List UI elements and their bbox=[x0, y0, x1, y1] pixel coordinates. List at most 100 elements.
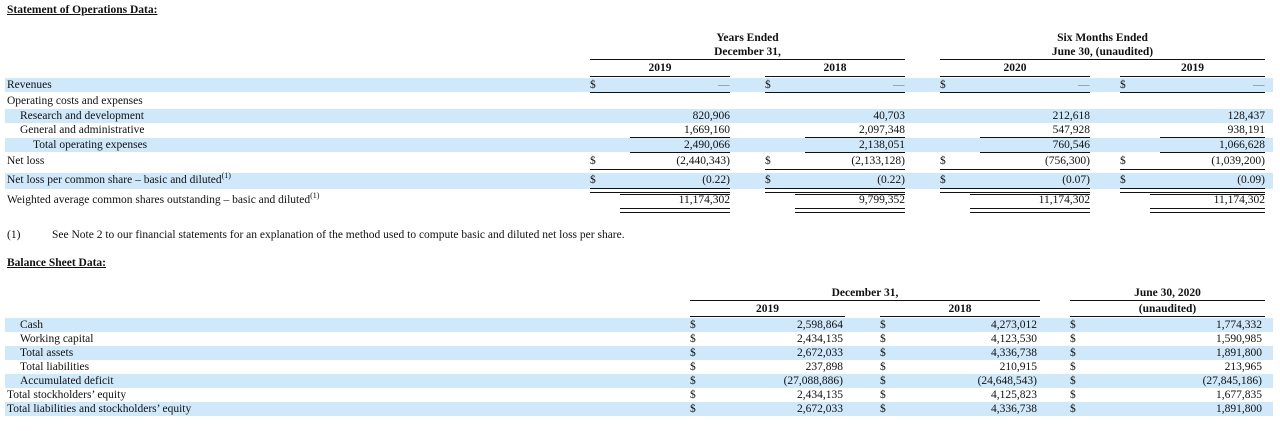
row-label: Cash bbox=[20, 319, 43, 331]
currency-symbol: $ bbox=[590, 174, 596, 186]
row-rule bbox=[630, 152, 730, 153]
col-rule bbox=[1070, 316, 1265, 317]
cell-value: 4,336,738 bbox=[991, 403, 1037, 415]
cell-value: 1,891,800 bbox=[1216, 403, 1262, 415]
bs-col-header-2019: 2019 bbox=[756, 303, 779, 315]
cell-value: 2,434,135 bbox=[797, 333, 843, 345]
bs-col-header-2018: 2018 bbox=[948, 303, 972, 315]
row-label: Total liabilities bbox=[20, 361, 90, 373]
cell-value: 9,799,352 bbox=[859, 194, 905, 206]
cell-value: (27,088,886) bbox=[783, 375, 843, 387]
cell-value: (27,845,186) bbox=[1202, 375, 1262, 387]
cell-value: 1,891,800 bbox=[1216, 347, 1262, 359]
row-rule bbox=[1120, 92, 1265, 93]
currency-symbol: $ bbox=[690, 319, 696, 331]
footnote-ref: (1) bbox=[310, 191, 320, 201]
cell-value: 1,669,160 bbox=[684, 124, 730, 136]
currency-symbol: $ bbox=[1070, 333, 1076, 345]
currency-symbol: $ bbox=[940, 155, 946, 167]
cell-value: (0.07) bbox=[1062, 174, 1090, 186]
cell-value: 1,677,835 bbox=[1216, 389, 1262, 401]
cell-value: (2,440,343) bbox=[676, 155, 730, 167]
currency-symbol: $ bbox=[880, 389, 886, 401]
row-label: Total liabilities and stockholders’ equi… bbox=[7, 403, 192, 415]
row-label: Total operating expenses bbox=[33, 139, 148, 151]
cell-value: (0.22) bbox=[702, 174, 730, 186]
row-label: Total assets bbox=[20, 347, 74, 359]
currency-symbol: $ bbox=[1070, 347, 1076, 359]
row-rule bbox=[1160, 152, 1265, 153]
cell-value: 2,434,135 bbox=[797, 389, 843, 401]
col-header-2018: 2018 bbox=[823, 62, 847, 74]
currency-symbol: $ bbox=[765, 79, 771, 91]
row-rule bbox=[1150, 194, 1265, 195]
dash-value: — bbox=[1253, 79, 1265, 91]
cell-value: 11,174,302 bbox=[678, 194, 730, 206]
currency-symbol: $ bbox=[690, 361, 696, 373]
currency-symbol: $ bbox=[880, 403, 886, 415]
cell-value: (2,133,128) bbox=[851, 155, 905, 167]
currency-symbol: $ bbox=[1070, 361, 1076, 373]
cell-value: 2,672,033 bbox=[797, 347, 843, 359]
row-highlight bbox=[5, 374, 1273, 388]
cell-value: 210,915 bbox=[999, 361, 1037, 373]
row-rule bbox=[590, 92, 730, 93]
years-ended-header: Years Ended December 31, bbox=[714, 32, 781, 58]
cell-value: (1,039,200) bbox=[1211, 155, 1265, 167]
header-rule bbox=[1070, 300, 1265, 301]
cell-value: 1,774,332 bbox=[1216, 319, 1262, 331]
col-header-2019-six-months: 2019 bbox=[1181, 62, 1204, 74]
row-label: Revenues bbox=[7, 79, 52, 91]
row-rule bbox=[940, 92, 1090, 93]
row-double-rule bbox=[620, 208, 730, 213]
cell-value: 212,618 bbox=[1052, 110, 1090, 122]
row-label: Research and development bbox=[20, 110, 144, 122]
cell-value: 2,138,051 bbox=[859, 139, 905, 151]
december-31-header: December 31, bbox=[831, 287, 899, 299]
currency-symbol: $ bbox=[690, 375, 696, 387]
currency-symbol: $ bbox=[880, 319, 886, 331]
currency-symbol: $ bbox=[1070, 389, 1076, 401]
col-rule bbox=[1120, 76, 1265, 77]
row-rule bbox=[980, 152, 1090, 153]
cell-value: 11,174,302 bbox=[1038, 194, 1090, 206]
currency-symbol: $ bbox=[940, 79, 946, 91]
footnote-ref: (1) bbox=[221, 171, 231, 181]
row-label: Net loss bbox=[7, 155, 45, 167]
dash-value: — bbox=[893, 79, 905, 91]
cell-value: (0.09) bbox=[1237, 174, 1265, 186]
row-label: Working capital bbox=[20, 333, 94, 345]
currency-symbol: $ bbox=[1070, 319, 1076, 331]
row-double-rule bbox=[795, 208, 905, 213]
row-highlight bbox=[5, 318, 1273, 332]
cell-value: 40,703 bbox=[873, 110, 905, 122]
june-30-2020-header: June 30, 2020 bbox=[1134, 287, 1201, 299]
cell-value: 213,965 bbox=[1224, 361, 1262, 373]
cell-value: (24,648,543) bbox=[977, 375, 1037, 387]
currency-symbol: $ bbox=[1120, 79, 1126, 91]
currency-symbol: $ bbox=[1120, 155, 1126, 167]
currency-symbol: $ bbox=[690, 347, 696, 359]
cell-value: 820,906 bbox=[692, 110, 730, 122]
col-header-2020: 2020 bbox=[1003, 62, 1027, 74]
col-header-2019: 2019 bbox=[648, 62, 672, 74]
currency-symbol: $ bbox=[590, 79, 596, 91]
cell-value: 760,546 bbox=[1052, 139, 1090, 151]
row-label: Net loss per common share – basic and di… bbox=[7, 171, 231, 186]
six-months-ended-header: Six Months Ended June 30, (unaudited) bbox=[1051, 32, 1154, 58]
row-rule bbox=[620, 194, 730, 195]
cell-value: 11,174,302 bbox=[1213, 194, 1265, 206]
header-rule bbox=[590, 59, 905, 60]
dash-value: — bbox=[1078, 79, 1090, 91]
row-rule bbox=[805, 152, 905, 153]
currency-symbol: $ bbox=[1120, 174, 1126, 186]
cell-value: 1,590,985 bbox=[1216, 333, 1262, 345]
currency-symbol: $ bbox=[590, 155, 596, 167]
col-rule bbox=[590, 76, 730, 77]
cell-value: 2,598,864 bbox=[797, 319, 843, 331]
currency-symbol: $ bbox=[765, 174, 771, 186]
col-rule bbox=[765, 76, 905, 77]
footnote-mark: (1) bbox=[7, 229, 21, 241]
cell-value: 2,672,033 bbox=[797, 403, 843, 415]
row-label: Weighted average common shares outstandi… bbox=[7, 191, 320, 206]
